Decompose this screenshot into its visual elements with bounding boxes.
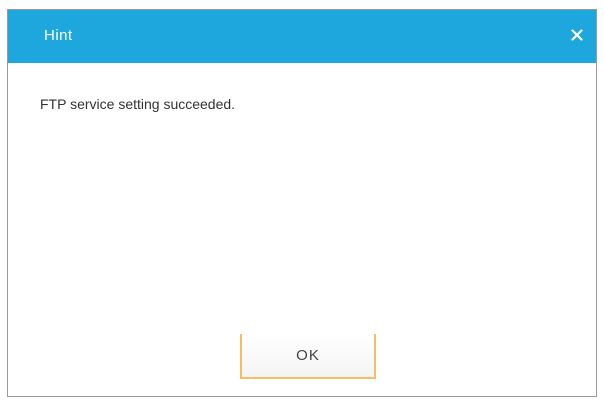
ok-button[interactable]: OK xyxy=(240,334,376,379)
message-dialog: Hint FTP service setting succeeded. OK xyxy=(7,9,597,397)
dialog-message: FTP service setting succeeded. xyxy=(40,96,236,112)
dialog-titlebar: Hint xyxy=(8,10,596,63)
dialog-title: Hint xyxy=(44,27,73,44)
close-icon[interactable] xyxy=(564,22,590,48)
